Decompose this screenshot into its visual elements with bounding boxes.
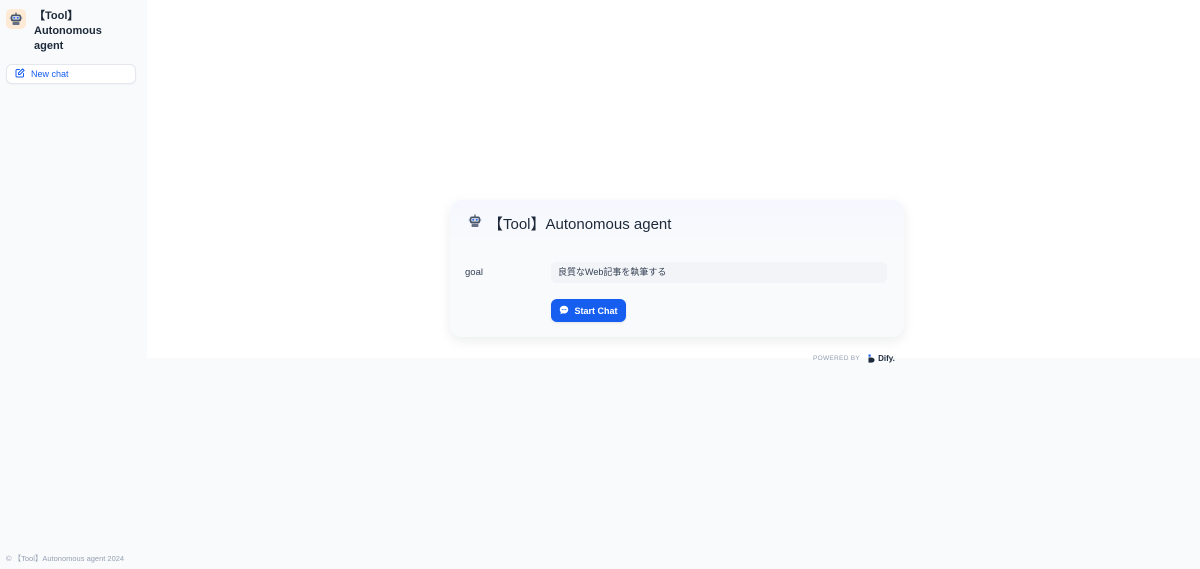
welcome-card: 【Tool】Autonomous agent goal 良質なWeb記事を執筆す…: [450, 200, 904, 337]
new-chat-button[interactable]: New chat: [6, 64, 136, 84]
goal-input[interactable]: 良質なWeb記事を執筆する: [551, 262, 887, 283]
powered-by: POWERED BY Dify.: [813, 354, 895, 363]
card-title: 【Tool】Autonomous agent: [488, 216, 672, 233]
goal-field-label: goal: [465, 267, 483, 278]
sidebar-brand: 【Tool】Autonomous agent: [6, 9, 134, 54]
new-chat-label: New chat: [31, 69, 69, 79]
dify-logo: Dify.: [868, 354, 895, 363]
sidebar: 【Tool】Autonomous agent New chat © 【Tool】…: [0, 0, 147, 569]
dify-brand-text: Dify.: [878, 354, 895, 363]
app-root: 【Tool】Autonomous agent New chat © 【Tool】…: [0, 0, 1200, 569]
robot-icon: [6, 9, 26, 29]
app-title: 【Tool】Autonomous agent: [34, 10, 102, 52]
chat-bubble-icon: [559, 302, 569, 320]
start-chat-button[interactable]: Start Chat: [551, 299, 626, 322]
dify-icon: [868, 354, 875, 363]
start-chat-label: Start Chat: [574, 305, 618, 316]
card-header: 【Tool】Autonomous agent: [468, 213, 671, 234]
powered-by-label: POWERED BY: [813, 355, 861, 362]
copyright-text: © 【Tool】Autonomous agent 2024: [6, 554, 125, 563]
robot-icon: [468, 214, 482, 233]
edit-icon: [15, 65, 25, 83]
